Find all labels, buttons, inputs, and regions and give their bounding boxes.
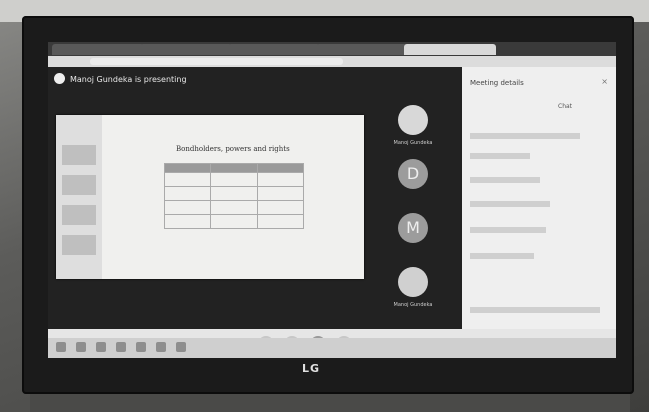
browser-tab[interactable] <box>52 44 144 55</box>
participant-name: Manoj Gundeka <box>393 302 433 308</box>
taskbar-app-icon[interactable] <box>156 342 166 352</box>
participant-avatar <box>398 267 428 297</box>
close-icon[interactable]: × <box>601 77 608 86</box>
chat-message <box>470 133 580 139</box>
monitor-brand-logo: LG <box>302 362 321 375</box>
slide-title: Bondholders, powers and rights <box>176 145 290 153</box>
taskbar-app-icon[interactable] <box>76 342 86 352</box>
windows-taskbar <box>48 338 616 358</box>
url-field[interactable] <box>90 58 343 65</box>
presenter-banner: Manoj Gundeka is presenting <box>70 75 187 84</box>
browser-tab[interactable] <box>140 44 232 55</box>
meeting-stage: Manoj Gundeka is presenting Bondholders,… <box>48 67 462 329</box>
monitor-screen: Manoj Gundeka is presenting Bondholders,… <box>48 42 616 358</box>
tab-chat[interactable]: Chat <box>558 103 572 110</box>
desk <box>30 394 630 412</box>
slide-thumbnail[interactable] <box>62 145 96 165</box>
participant-tile[interactable]: M <box>368 213 458 265</box>
participant-avatar: M <box>398 213 428 243</box>
browser-tab[interactable] <box>228 44 320 55</box>
chat-message <box>470 177 540 183</box>
browser-tab[interactable] <box>316 44 408 55</box>
participant-tile[interactable]: Manoj Gundeka <box>368 267 458 319</box>
slide-thumbnail[interactable] <box>62 235 96 255</box>
panel-title: Meeting details <box>470 79 524 87</box>
taskbar-app-icon[interactable] <box>176 342 186 352</box>
meeting-details-panel: Meeting details × Chat <box>462 67 616 329</box>
slide-table <box>163 163 305 229</box>
presenter-avatar <box>54 73 65 84</box>
taskbar-app-icon[interactable] <box>116 342 126 352</box>
taskbar-app-icon[interactable] <box>96 342 106 352</box>
participant-tile[interactable]: Manoj Gundeka <box>368 105 458 157</box>
participant-tile[interactable]: D <box>368 159 458 211</box>
slide-thumbnails <box>56 115 102 279</box>
participant-avatar <box>398 105 428 135</box>
browser-tab-active[interactable] <box>404 44 496 55</box>
chat-message <box>470 253 534 259</box>
start-icon[interactable] <box>56 342 66 352</box>
slide-thumbnail[interactable] <box>62 175 96 195</box>
chat-message <box>470 201 550 207</box>
taskbar-app-icon[interactable] <box>136 342 146 352</box>
chat-input[interactable] <box>470 307 600 313</box>
participant-avatar: D <box>398 159 428 189</box>
slide-thumbnail[interactable] <box>62 205 96 225</box>
participant-name: Manoj Gundeka <box>393 140 433 146</box>
chat-message <box>470 153 530 159</box>
shared-slide: Bondholders, powers and rights <box>56 115 364 279</box>
chat-message <box>470 227 546 233</box>
browser-tab-bar <box>48 42 616 56</box>
address-bar <box>48 56 616 67</box>
